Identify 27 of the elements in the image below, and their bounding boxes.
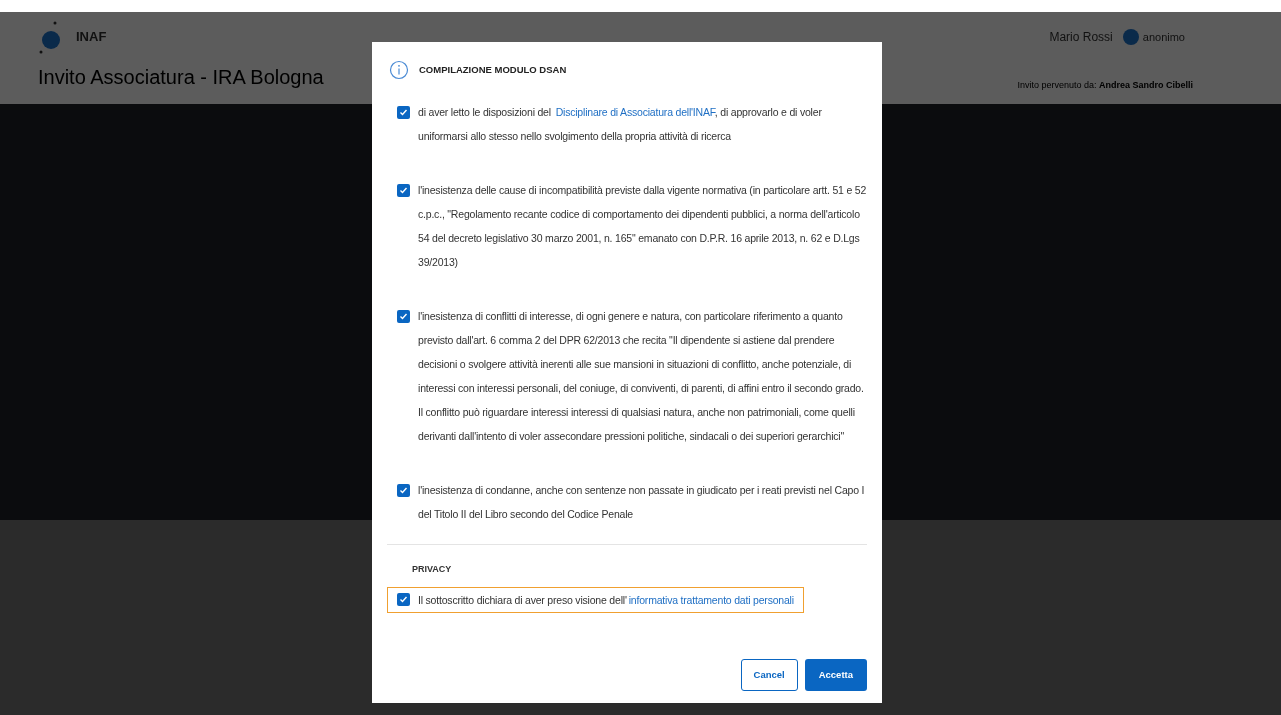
checkbox[interactable] bbox=[397, 106, 410, 119]
check-icon bbox=[399, 186, 408, 195]
user-name[interactable]: Mario Rossi bbox=[1049, 28, 1113, 46]
declaration-text: l'inesistenza di condanne, anche con sentenze non passate in giudicato per i reati previsti nel Capo I del Titolo II del Libro secondo del Codice Penale bbox=[418, 483, 866, 522]
check-icon bbox=[399, 595, 408, 604]
document-link[interactable]: Disciplinare di Associatura dell'INAF bbox=[555, 106, 715, 118]
checkbox[interactable] bbox=[397, 484, 410, 497]
modal-title: COMPILAZIONE MODULO DSAN bbox=[419, 62, 567, 77]
check-icon bbox=[399, 312, 408, 321]
section-heading: PRIVACY bbox=[412, 563, 452, 576]
document-link[interactable]: informativa trattamento dati personali bbox=[628, 593, 794, 606]
invited-by-text: Invito pervenuto da: Andrea Sandro Cibelli bbox=[1017, 78, 1193, 92]
checkbox[interactable] bbox=[397, 310, 410, 323]
declaration-text: di aver letto le disposizioni del Disciplinare di Associatura dell'INAF, di approvarlo e di voler uniformarsi allo stesso nello svolgimento della propria attività di ricerca bbox=[418, 105, 823, 144]
logo-text: INAF bbox=[76, 28, 107, 47]
check-icon bbox=[399, 108, 408, 117]
info-icon bbox=[389, 60, 409, 80]
user-role: anonimo bbox=[1142, 29, 1185, 45]
page-title: Invito Associatura - IRA Bologna bbox=[38, 65, 324, 90]
checkbox[interactable] bbox=[397, 593, 410, 606]
checkbox[interactable] bbox=[397, 184, 410, 197]
accept-button[interactable]: Accetta bbox=[804, 659, 867, 691]
declaration-text: Il sottoscritto dichiara di aver preso visione dell' informativa trattamento dati personali bbox=[418, 592, 794, 608]
declaration-text: l'inesistenza delle cause di incompatibilità previste dalla vigente normativa (in particolare artt. 51 e 52 c.p.c., "Regolamento recante codice di comportamento dei dipendenti pubblici, a norma dell'articolo 54 del decreto legislativo 30 marzo 2001, n. 165" emanato con D.P.R. 16 aprile 2013, n. 62 e D.Lgs 39/2013) bbox=[418, 183, 867, 270]
declaration-text: l'inesistenza di conflitti di interesse, di ogni genere e natura, con particolare riferimento a quanto previsto dall'art. 6 comma 2 del DPR 62/2013 che recita "Il dipendente si astiene dal prendere decisioni o svolgere attività inerenti alle sue mansioni in situazioni di conflitto, anche potenziale, di interessi con interessi personali, del coniuge, di conviventi, di parenti, di affini entro il secondo grado. Il conflitto può riguardare interessi interessi di qualsiasi natura, anche non patrimoniali, come quelli derivanti dall'intento di voler assecondare pressioni politiche, sindacali o dei superiori gerarchici" bbox=[418, 309, 865, 444]
check-icon bbox=[399, 486, 408, 495]
cancel-button[interactable]: Cancel bbox=[740, 659, 798, 691]
